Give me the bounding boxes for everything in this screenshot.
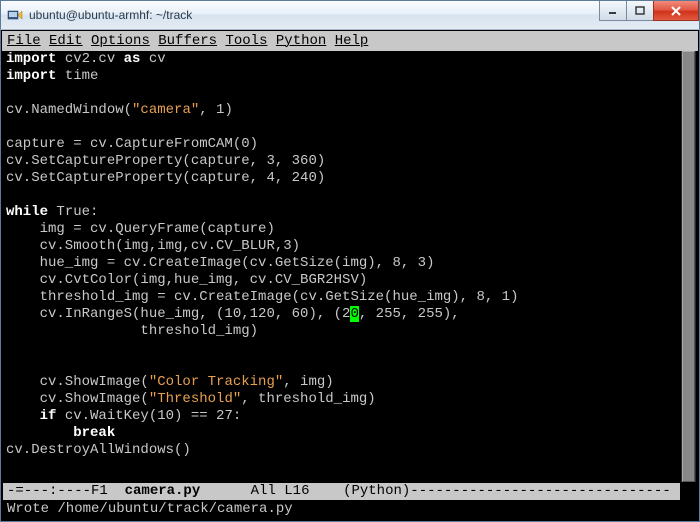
window-title: ubuntu@ubuntu-armhf: ~/track (29, 8, 192, 22)
editor-buffer[interactable]: import cv2.cv as cv import time cv.Named… (2, 51, 698, 459)
window-titlebar: ubuntu@ubuntu-armhf: ~/track (0, 0, 700, 30)
emacs-menubar[interactable]: File Edit Options Buffers Tools Python H… (2, 31, 698, 51)
emacs-minibuffer: Wrote /home/ubuntu/track/camera.py (3, 501, 680, 518)
minimize-button[interactable] (599, 1, 627, 21)
close-button[interactable] (653, 1, 699, 21)
maximize-button[interactable] (626, 1, 654, 21)
terminal-window: File Edit Options Buffers Tools Python H… (0, 30, 700, 522)
editor-scrollbar[interactable] (681, 51, 696, 482)
putty-icon (7, 7, 23, 23)
scrollbar-thumb[interactable] (682, 51, 695, 482)
emacs-modeline: -=---:----F1 camera.py All L16 (Python)-… (3, 483, 680, 500)
text-cursor: 0 (350, 306, 358, 322)
window-controls (600, 1, 699, 21)
